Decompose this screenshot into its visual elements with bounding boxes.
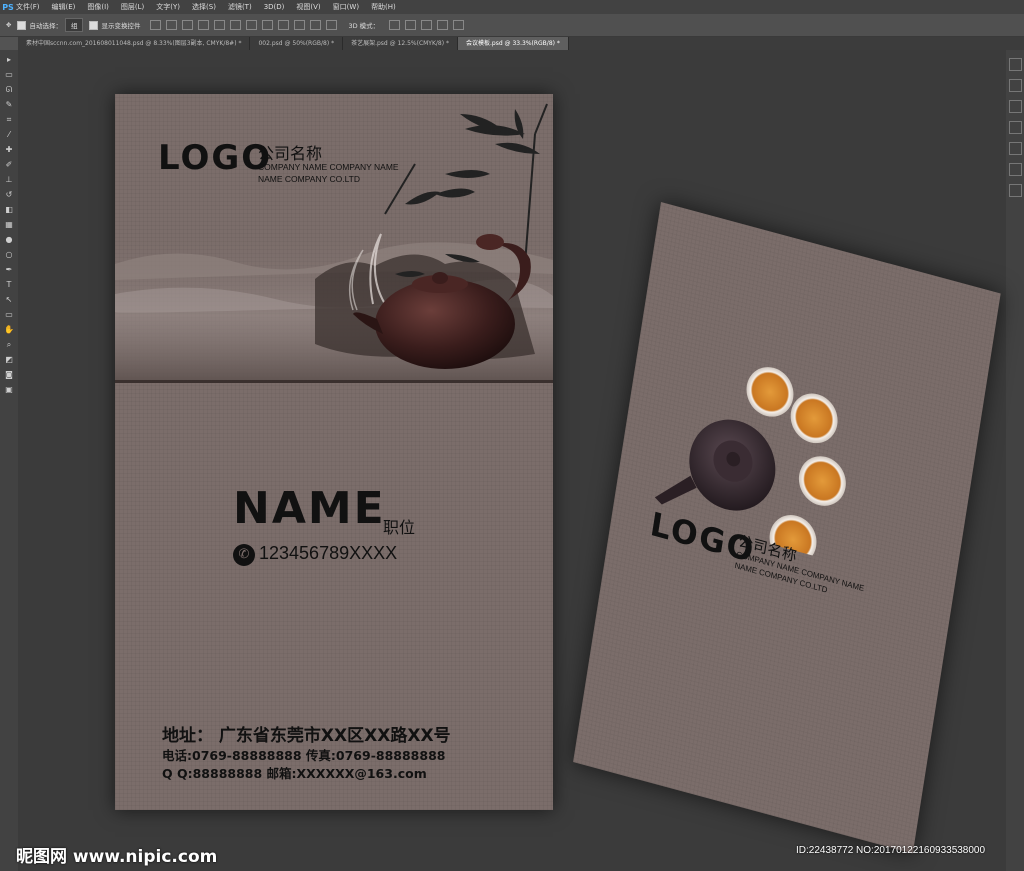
adjustments-panel-icon[interactable] xyxy=(1008,100,1022,113)
document-tabs: 素材中国sccnn.com_201608011048.psd @ 8.33%(图… xyxy=(18,37,1024,50)
front-address: 地址： 广东省东莞市XX区XX路XX号 xyxy=(162,726,451,746)
menu-window[interactable]: 窗口(W) xyxy=(333,2,359,12)
3d-scale-icon[interactable] xyxy=(453,20,465,30)
tab-doc-1[interactable]: 素材中国sccnn.com_201608011048.psd @ 8.33%(图… xyxy=(18,37,251,50)
history-panel-icon[interactable] xyxy=(1008,58,1022,71)
distribute-top-icon[interactable] xyxy=(246,20,258,30)
align-bottom-icon[interactable] xyxy=(182,20,194,30)
pen-tool-icon[interactable]: ✒ xyxy=(4,265,14,275)
show-transform-checkbox[interactable] xyxy=(89,20,99,30)
front-person-name: NAME xyxy=(233,483,386,534)
clone-stamp-tool-icon[interactable]: ⊥ xyxy=(4,175,14,185)
screen-mode-icon[interactable]: ▣ xyxy=(4,385,14,395)
shape-tool-icon[interactable]: ▭ xyxy=(4,310,14,320)
auto-select-option[interactable]: 自动选择： 组 xyxy=(17,18,84,32)
tab-doc-4-active[interactable]: 会议模板.psd @ 33.3%(RGB/8) * xyxy=(458,37,569,50)
distribute-left-icon[interactable] xyxy=(294,20,306,30)
align-buttons xyxy=(150,20,342,30)
tab-doc-2[interactable]: 002.psd @ 50%(RGB/8) * xyxy=(250,37,344,50)
front-company-name-cn: 公司名称 xyxy=(258,144,323,163)
tea-cup-3-icon xyxy=(798,456,846,506)
distribute-right-icon[interactable] xyxy=(326,20,338,30)
3d-mode-buttons xyxy=(389,20,469,30)
auto-select-label: 自动选择： xyxy=(29,22,62,30)
menu-layer[interactable]: 图层(L) xyxy=(121,2,144,12)
marquee-tool-icon[interactable]: ▭ xyxy=(4,70,14,80)
3d-slide-icon[interactable] xyxy=(437,20,449,30)
tea-cup-1-icon xyxy=(746,367,794,417)
path-select-tool-icon[interactable]: ↖ xyxy=(4,295,14,305)
front-company-name-en-2: NAME COMPANY CO.LTD xyxy=(258,174,361,184)
front-person-position: 职位 xyxy=(383,518,416,537)
menu-edit[interactable]: 编辑(E) xyxy=(52,2,76,12)
menu-image[interactable]: 图像(I) xyxy=(87,2,109,12)
auto-select-dropdown[interactable]: 组 xyxy=(64,18,84,32)
distribute-bottom-icon[interactable] xyxy=(278,20,290,30)
right-panel-dock xyxy=(1006,50,1024,871)
3d-pan-icon[interactable] xyxy=(421,20,433,30)
brush-tool-icon[interactable]: ✐ xyxy=(4,160,14,170)
menu-view[interactable]: 视图(V) xyxy=(296,2,320,12)
tools-panel: ▸ ▭ ᘏ ✎ ⌗ ⁄ ✚ ✐ ⊥ ↺ ◧ ▦ ● ○ ✒ T ↖ ▭ ✋ ⌕ … xyxy=(0,50,18,871)
align-right-icon[interactable] xyxy=(230,20,242,30)
distribute-middle-icon[interactable] xyxy=(262,20,274,30)
quick-mask-icon[interactable]: ◙ xyxy=(4,370,14,380)
tab-doc-3[interactable]: 茶艺展架.psd @ 12.5%(CMYK/8) * xyxy=(343,37,458,50)
auto-select-checkbox[interactable] xyxy=(17,20,27,30)
eyedropper-tool-icon[interactable]: ⁄ xyxy=(4,130,14,140)
menu-help[interactable]: 帮助(H) xyxy=(371,2,396,12)
business-card-front[interactable]: LOGO 公司名称 COMPANY NAME COMPANY NAME NAME… xyxy=(115,94,553,810)
front-qq-email: Q Q:88888888 邮箱:XXXXXX@163.com xyxy=(162,766,427,781)
watermark-site: 昵图网 www.nipic.com xyxy=(16,847,218,867)
show-transform-label: 显示变换控件 xyxy=(101,22,141,30)
healing-tool-icon[interactable]: ✚ xyxy=(4,145,14,155)
show-transform-option[interactable]: 显示变换控件 xyxy=(89,20,140,30)
eraser-tool-icon[interactable]: ◧ xyxy=(4,205,14,215)
teapot-scene: LOGO 公司名称 COMPANY NAME COMPANY NAME NAME… xyxy=(115,94,553,383)
character-panel-icon[interactable] xyxy=(1008,142,1022,155)
move-tool-icon[interactable]: ✥ xyxy=(6,21,11,29)
properties-panel-icon[interactable] xyxy=(1008,79,1022,92)
align-top-icon[interactable] xyxy=(150,20,162,30)
move-tool-icon[interactable]: ▸ xyxy=(4,55,14,65)
color-swatches-icon[interactable]: ◩ xyxy=(4,355,14,365)
quick-select-tool-icon[interactable]: ✎ xyxy=(4,100,14,110)
dodge-tool-icon[interactable]: ○ xyxy=(4,250,14,260)
tea-cup-2-icon xyxy=(790,393,838,444)
menu-3d[interactable]: 3D(D) xyxy=(264,3,285,11)
align-left-icon[interactable] xyxy=(198,20,210,30)
distribute-center-icon[interactable] xyxy=(310,20,322,30)
front-phone-number: 123456789XXXX xyxy=(259,543,398,563)
menu-type[interactable]: 文字(Y) xyxy=(156,2,180,12)
history-brush-tool-icon[interactable]: ↺ xyxy=(4,190,14,200)
zoom-tool-icon[interactable]: ⌕ xyxy=(4,340,14,350)
brush-panel-icon[interactable] xyxy=(1008,121,1022,134)
options-bar: ✥ 自动选择： 组 显示变换控件 3D 模式： xyxy=(0,14,1024,37)
front-logo-text: LOGO xyxy=(158,138,273,178)
phone-icon: ✆ xyxy=(233,544,255,566)
lasso-tool-icon[interactable]: ᘏ xyxy=(4,85,14,95)
hand-tool-icon[interactable]: ✋ xyxy=(4,325,14,335)
swatches-panel-icon[interactable] xyxy=(1008,184,1022,197)
menu-bar: PS 文件(F) 编辑(E) 图像(I) 图层(L) 文字(Y) 选择(S) 滤… xyxy=(0,0,1024,14)
paragraph-panel-icon[interactable] xyxy=(1008,163,1022,176)
3d-rotate-icon[interactable] xyxy=(389,20,401,30)
type-tool-icon[interactable]: T xyxy=(4,280,14,290)
gradient-tool-icon[interactable]: ▦ xyxy=(4,220,14,230)
front-company-name-en-1: COMPANY NAME COMPANY NAME xyxy=(258,162,399,172)
align-middle-icon[interactable] xyxy=(166,20,178,30)
business-card-back-surface: LOGO 公司名称 COMPANY NAME COMPANY NAME NAME… xyxy=(573,202,1001,854)
front-tel-fax: 电话:0769-88888888 传真:0769-88888888 xyxy=(162,748,446,763)
mode-3d-label: 3D 模式： xyxy=(348,22,380,30)
photoshop-app-icon[interactable]: PS xyxy=(0,0,16,14)
blur-tool-icon[interactable]: ● xyxy=(4,235,14,245)
crop-tool-icon[interactable]: ⌗ xyxy=(4,115,14,125)
watermark-id: ID:22438772 NO:20170122160933538000 xyxy=(796,845,986,856)
3d-roll-icon[interactable] xyxy=(405,20,417,30)
menu-select[interactable]: 选择(S) xyxy=(192,2,216,12)
menu-filter[interactable]: 滤镜(T) xyxy=(228,2,252,12)
business-card-back[interactable]: LOGO 公司名称 COMPANY NAME COMPANY NAME NAME… xyxy=(573,202,1001,854)
align-center-icon[interactable] xyxy=(214,20,226,30)
menu-file[interactable]: 文件(F) xyxy=(16,2,40,12)
